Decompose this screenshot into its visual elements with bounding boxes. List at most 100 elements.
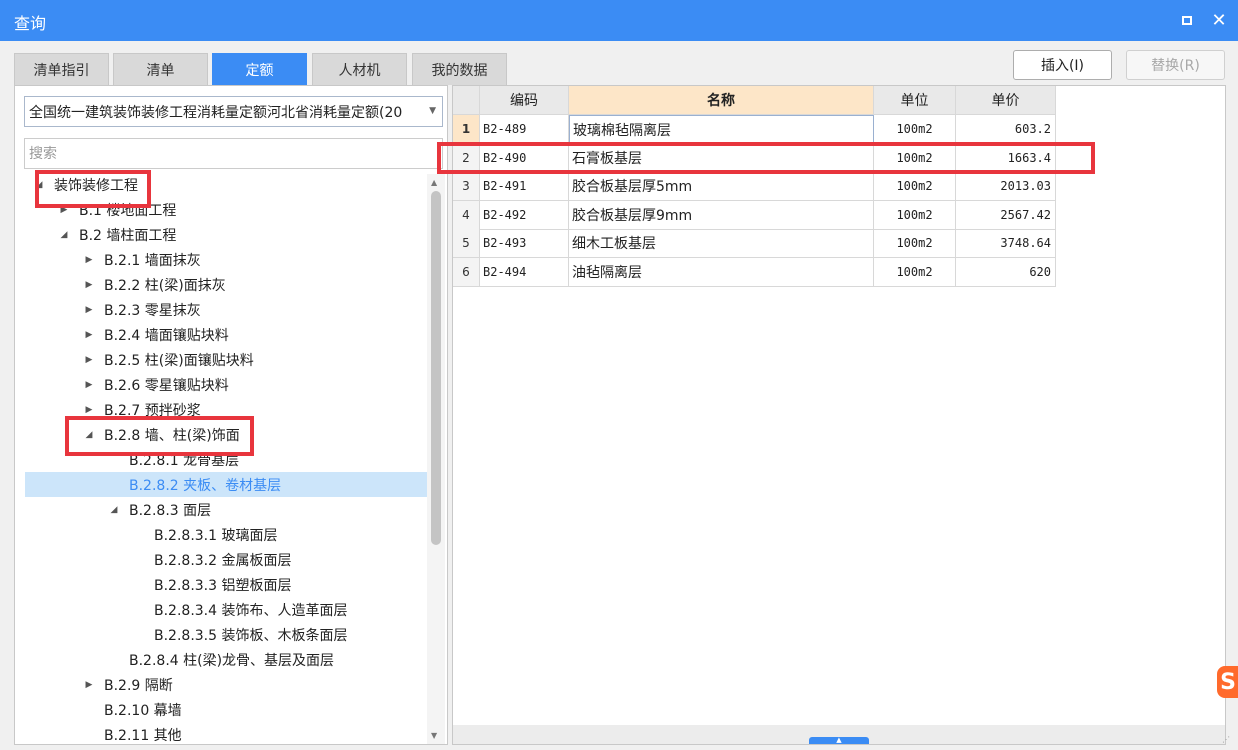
cell-code[interactable]: B2-489 — [480, 115, 569, 144]
tree-node[interactable]: B.2.8.4 柱(梁)龙骨、基层及面层 — [25, 647, 427, 672]
maximize-icon — [1182, 15, 1192, 25]
tab-quota[interactable]: 定额 — [212, 53, 307, 85]
cell-code[interactable]: B2-492 — [480, 200, 569, 230]
library-select-value: 全国统一建筑装饰装修工程消耗量定额河北省消耗量定额(20 — [29, 104, 403, 121]
collapsed-caret-icon[interactable]: ▶ — [83, 305, 95, 315]
tree-node[interactable]: ◢ B.2.8.3 面层 — [25, 497, 427, 522]
cell-unit[interactable]: 100m2 — [874, 172, 956, 202]
expanded-caret-icon[interactable]: ◢ — [108, 505, 120, 515]
tab-bill-guide[interactable]: 清单指引 — [14, 53, 109, 85]
header-code[interactable]: 编码 — [480, 86, 569, 115]
tree-node[interactable]: ▶ B.2.3 零星抹灰 — [25, 297, 427, 322]
tree-node[interactable]: ▶ B.2.2 柱(梁)面抹灰 — [25, 272, 427, 297]
tree-node[interactable]: B.2.8.3.5 装饰板、木板条面层 — [25, 622, 427, 647]
tree-node[interactable]: B.2.8.3.3 铝塑板面层 — [25, 572, 427, 597]
tab-my-data[interactable]: 我的数据 — [412, 53, 507, 85]
tab-bill[interactable]: 清单 — [113, 53, 208, 85]
quota-tree: ◢ 装饰装修工程 ▶ B.1 楼地面工程 ◢ B.2 墙柱面工程 ▶ B.2.1 墙面抹灰 ▶ B… — [15, 172, 427, 744]
expanded-caret-icon[interactable]: ◢ — [33, 180, 45, 190]
search-input[interactable] — [24, 138, 443, 169]
cell-code[interactable]: B2-491 — [480, 172, 569, 202]
cell-num[interactable]: 5 — [453, 229, 480, 259]
header-name[interactable]: 名称 — [569, 86, 874, 115]
tree-node[interactable]: ▶ B.2.7 预拌砂浆 — [25, 397, 427, 422]
tree-node[interactable]: B.2.8.3.1 玻璃面层 — [25, 522, 427, 547]
close-button[interactable]: ✕ — [1208, 9, 1230, 31]
tree-node[interactable]: ◢ 装饰装修工程 — [25, 172, 427, 197]
cell-num[interactable]: 4 — [453, 200, 480, 230]
cell-price[interactable]: 2567.42 — [956, 200, 1056, 230]
collapsed-caret-icon[interactable]: ▶ — [83, 355, 95, 365]
cell-code[interactable]: B2-490 — [480, 143, 569, 173]
chevron-down-icon: ▼ — [429, 106, 436, 116]
tab-labor-material[interactable]: 人材机 — [312, 53, 407, 85]
tree-node[interactable]: ▶ B.1 楼地面工程 — [25, 197, 427, 222]
tree-node[interactable]: B.2.8.3.4 装饰布、人造革面层 — [25, 597, 427, 622]
cell-name[interactable]: 玻璃棉毡隔离层 — [569, 115, 874, 144]
scroll-up-icon[interactable]: ▲ — [431, 178, 437, 187]
collapse-handle[interactable]: ▲ — [809, 737, 869, 744]
window-title: 查询 — [14, 14, 47, 33]
cell-name[interactable]: 胶合板基层厚5mm — [569, 172, 874, 202]
header-unit[interactable]: 单位 — [874, 86, 956, 115]
cell-name[interactable]: 细木工板基层 — [569, 229, 874, 259]
tree-node[interactable]: B.2.10 幕墙 — [25, 697, 427, 722]
tree-node-label: B.2.5 柱(梁)面镶贴块料 — [104, 352, 254, 369]
cell-name[interactable]: 石膏板基层 — [569, 143, 874, 173]
resize-grip-icon[interactable]: ⋰ — [1222, 735, 1230, 744]
cell-price[interactable]: 620 — [956, 258, 1056, 287]
expanded-caret-icon[interactable]: ◢ — [58, 230, 70, 240]
cell-price[interactable]: 3748.64 — [956, 229, 1056, 259]
title-bar: 查询 ✕ — [0, 0, 1238, 41]
cell-num[interactable]: 6 — [453, 258, 480, 287]
library-select[interactable]: 全国统一建筑装饰装修工程消耗量定额河北省消耗量定额(20 ▼ — [24, 96, 443, 127]
tree-node[interactable]: ▶ B.2.6 零星镶贴块料 — [25, 372, 427, 397]
tree-scroll-thumb[interactable] — [431, 191, 441, 545]
tree-node[interactable]: ▶ B.2.1 墙面抹灰 — [25, 247, 427, 272]
tree-node[interactable]: ▶ B.2.5 柱(梁)面镶贴块料 — [25, 347, 427, 372]
chevron-up-icon: ▲ — [836, 736, 842, 744]
cell-price[interactable]: 603.2 — [956, 115, 1056, 144]
tree-node[interactable]: B.2.8.2 夹板、卷材基层 — [25, 472, 427, 497]
header-price[interactable]: 单价 — [956, 86, 1056, 115]
tree-node[interactable]: ◢ B.2.8 墙、柱(梁)饰面 — [25, 422, 427, 447]
tree-node[interactable]: ▶ B.2.4 墙面镶贴块料 — [25, 322, 427, 347]
tree-node[interactable]: ▶ B.2.9 隔断 — [25, 672, 427, 697]
collapsed-caret-icon[interactable]: ▶ — [83, 405, 95, 415]
cell-unit[interactable]: 100m2 — [874, 200, 956, 230]
collapsed-caret-icon[interactable]: ▶ — [58, 205, 70, 215]
cell-price[interactable]: 2013.03 — [956, 172, 1056, 202]
cell-code[interactable]: B2-493 — [480, 229, 569, 259]
cell-name[interactable]: 油毡隔离层 — [569, 258, 874, 287]
tree-node[interactable]: ◢ B.2 墙柱面工程 — [25, 222, 427, 247]
replace-button[interactable]: 替换(R) — [1126, 50, 1225, 80]
tree-vertical-scrollbar[interactable]: ▲ ▼ — [427, 174, 445, 744]
maximize-button[interactable] — [1176, 9, 1198, 31]
collapsed-caret-icon[interactable]: ▶ — [83, 280, 95, 290]
cell-price[interactable]: 1663.4 — [956, 143, 1056, 173]
collapsed-caret-icon[interactable]: ▶ — [83, 330, 95, 340]
cell-unit[interactable]: 100m2 — [874, 143, 956, 173]
cell-num[interactable]: 2 — [453, 143, 480, 173]
table-horizontal-scrollbar[interactable]: ▲ — [453, 725, 1225, 744]
input-method-icon[interactable]: S — [1217, 666, 1238, 698]
cell-num[interactable]: 1 — [453, 115, 480, 144]
expanded-caret-icon[interactable]: ◢ — [83, 430, 95, 440]
table-corner — [453, 86, 480, 115]
collapsed-caret-icon[interactable]: ▶ — [83, 680, 95, 690]
scroll-down-icon[interactable]: ▼ — [431, 731, 437, 740]
collapsed-caret-icon[interactable]: ▶ — [83, 380, 95, 390]
cell-name[interactable]: 胶合板基层厚9mm — [569, 200, 874, 230]
tree-node[interactable]: B.2.8.3.2 金属板面层 — [25, 547, 427, 572]
tree-node-label: B.2.6 零星镶贴块料 — [104, 377, 229, 394]
tree-node[interactable]: B.2.11 其他 — [25, 722, 427, 744]
insert-button[interactable]: 插入(I) — [1013, 50, 1112, 80]
cell-num[interactable]: 3 — [453, 172, 480, 202]
tree-node[interactable]: B.2.8.1 龙骨基层 — [25, 447, 427, 472]
collapsed-caret-icon[interactable]: ▶ — [83, 255, 95, 265]
cell-code[interactable]: B2-494 — [480, 258, 569, 287]
tree-node-label: B.2.8.3.4 装饰布、人造革面层 — [154, 602, 348, 619]
cell-unit[interactable]: 100m2 — [874, 229, 956, 259]
cell-unit[interactable]: 100m2 — [874, 258, 956, 287]
cell-unit[interactable]: 100m2 — [874, 115, 956, 144]
